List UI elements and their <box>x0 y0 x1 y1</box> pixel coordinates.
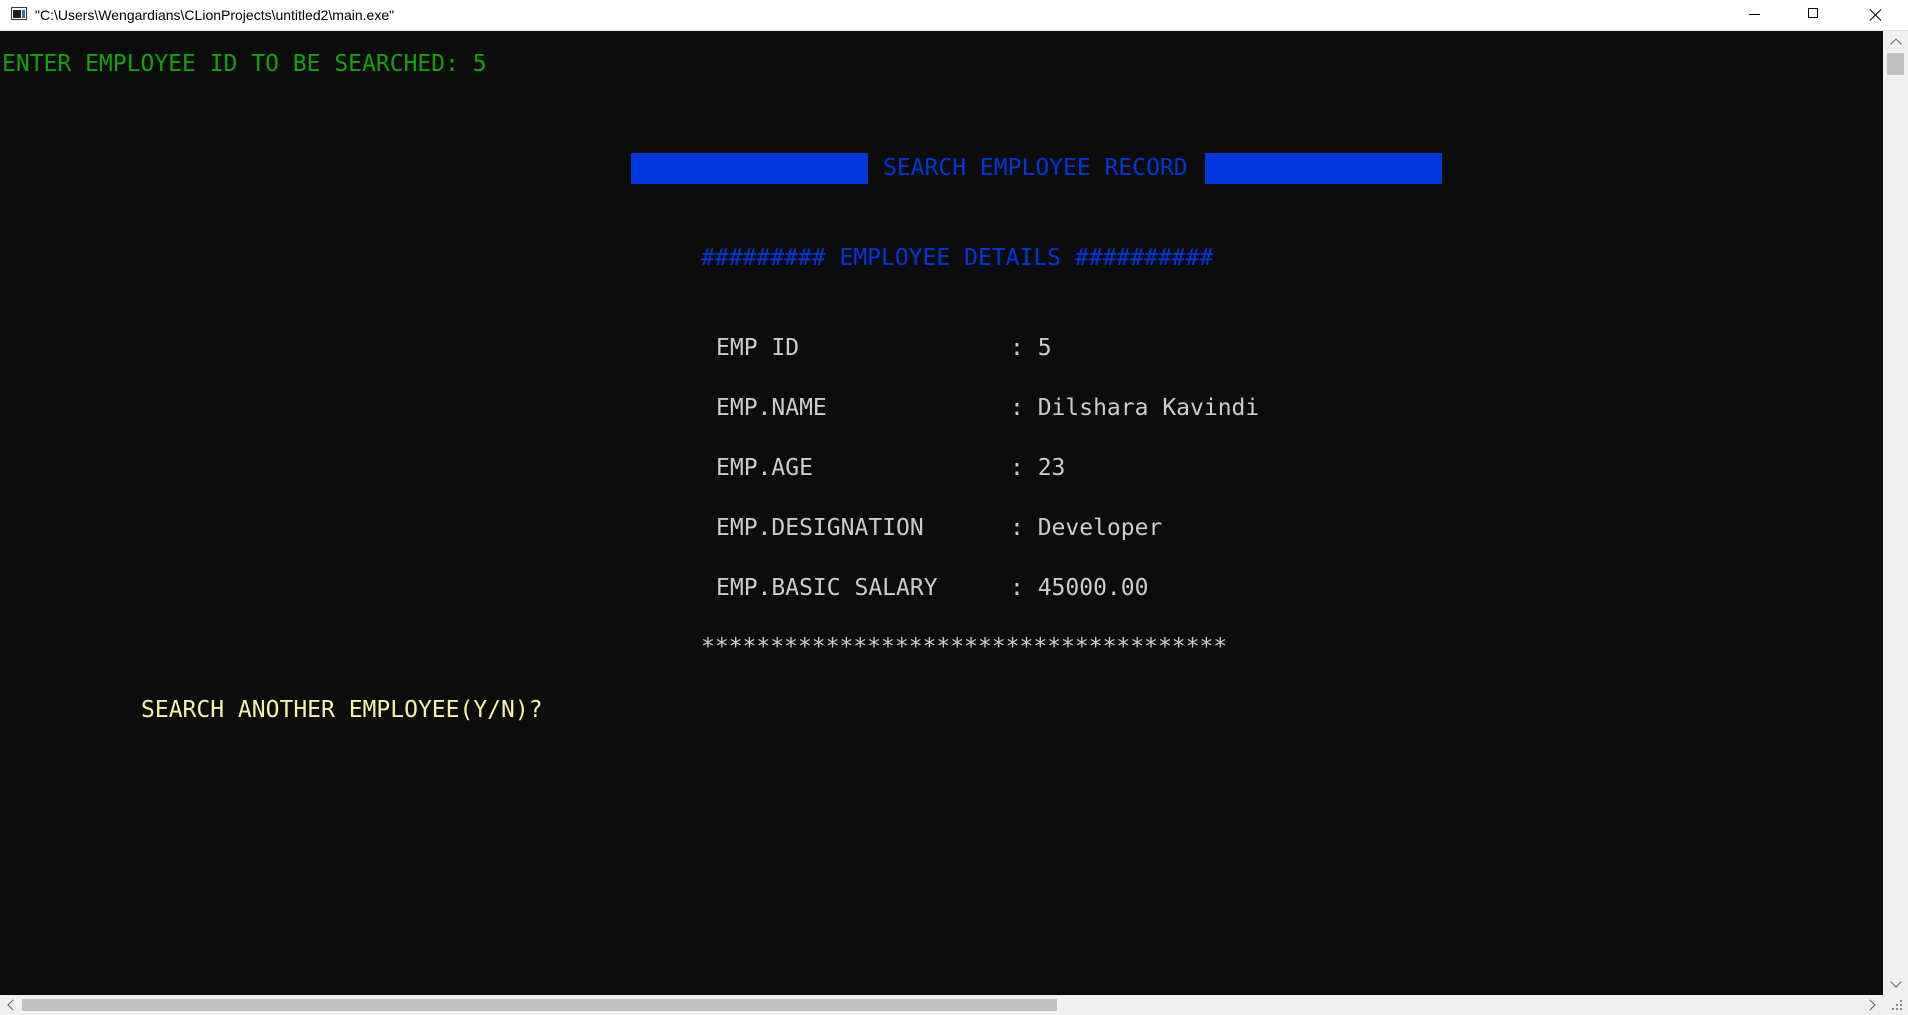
scroll-left-button[interactable] <box>0 995 22 1015</box>
scroll-down-button[interactable] <box>1883 973 1908 995</box>
chevron-down-icon <box>1890 976 1902 988</box>
minimize-icon <box>1749 14 1760 15</box>
header-title: SEARCH EMPLOYEE RECORD <box>883 155 1188 181</box>
field-value-emp-salary: : 45000.00 <box>1010 575 1149 601</box>
chevron-right-icon <box>1864 999 1876 1011</box>
scroll-right-button[interactable] <box>1861 995 1883 1015</box>
separator-line: ************************************** <box>701 634 1228 660</box>
id-prompt: ENTER EMPLOYEE ID TO BE SEARCHED: 5 <box>2 51 487 77</box>
field-value-emp-designation: : Developer <box>1010 515 1163 541</box>
header-bar-right <box>1205 153 1442 184</box>
field-label-emp-id: EMP ID <box>716 335 800 361</box>
title-bar[interactable]: "C:\Users\Wengardians\CLionProjects\unti… <box>0 0 1908 31</box>
resize-grip[interactable] <box>1883 995 1908 1015</box>
grip-dot <box>1900 1004 1902 1006</box>
field-value-emp-name: : Dilshara Kavindi <box>1010 395 1260 421</box>
maximize-button[interactable] <box>1784 0 1842 30</box>
chevron-up-icon <box>1890 38 1902 50</box>
grip-dot <box>1892 1008 1894 1010</box>
chevron-left-icon <box>7 999 19 1011</box>
close-button[interactable] <box>1843 0 1908 30</box>
details-heading: ######### EMPLOYEE DETAILS ########## <box>701 245 1214 271</box>
horizontal-scrollbar[interactable] <box>0 995 1883 1015</box>
vertical-scrollbar[interactable] <box>1883 31 1908 995</box>
scroll-up-button[interactable] <box>1883 31 1908 53</box>
minimize-button[interactable] <box>1726 0 1784 30</box>
grip-dot <box>1900 1008 1902 1010</box>
header-bar-left <box>631 153 868 184</box>
window-title: "C:\Users\Wengardians\CLionProjects\unti… <box>35 7 395 23</box>
maximize-icon <box>1808 8 1818 18</box>
console-app-icon[interactable] <box>11 7 27 20</box>
field-value-emp-id: : 5 <box>1010 335 1052 361</box>
grip-dot <box>1896 1008 1898 1010</box>
close-icon <box>1869 8 1883 22</box>
field-value-emp-age: : 23 <box>1010 455 1066 481</box>
search-again-prompt: SEARCH ANOTHER EMPLOYEE(Y/N)? <box>141 697 543 723</box>
vertical-scroll-thumb[interactable] <box>1887 53 1904 75</box>
console-output[interactable]: ENTER EMPLOYEE ID TO BE SEARCHED: 5 SEAR… <box>0 31 1883 995</box>
field-label-emp-salary: EMP.BASIC SALARY <box>716 575 938 601</box>
grip-dot <box>1896 1004 1898 1006</box>
field-label-emp-designation: EMP.DESIGNATION <box>716 515 924 541</box>
grip-dot <box>1900 1000 1902 1002</box>
field-label-emp-age: EMP.AGE <box>716 455 813 481</box>
horizontal-scroll-thumb[interactable] <box>22 999 1057 1011</box>
field-label-emp-name: EMP.NAME <box>716 395 827 421</box>
